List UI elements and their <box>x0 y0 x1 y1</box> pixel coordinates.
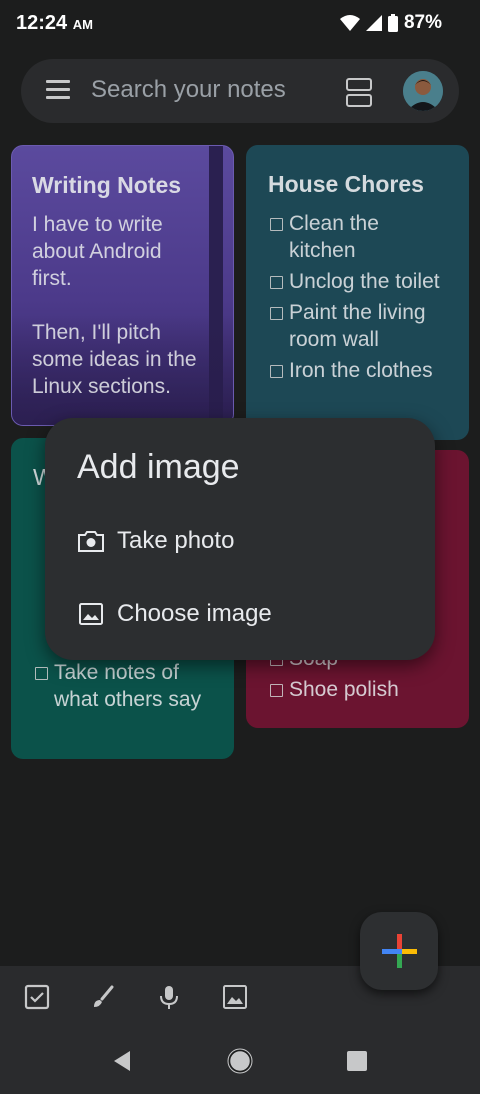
checklist-item[interactable]: Shoe polish <box>268 676 458 703</box>
battery-percent: 87% <box>403 12 442 33</box>
checkbox-icon[interactable] <box>270 684 283 697</box>
note-title: House Chores <box>268 171 424 197</box>
image-icon <box>79 603 103 625</box>
avatar-image <box>403 71 443 111</box>
checkbox-icon[interactable] <box>35 667 48 680</box>
status-bar: 12:24 AM 87% <box>0 0 480 48</box>
checkbox-icon[interactable] <box>270 365 283 378</box>
note-card[interactable]: House Chores Clean the kitchen Unclog th… <box>246 145 469 440</box>
checklist-item[interactable]: Take notes of what others say <box>33 659 223 713</box>
image-icon[interactable] <box>222 984 248 1010</box>
status-time: 12:24 AM <box>16 12 93 34</box>
back-icon[interactable] <box>112 1050 132 1072</box>
take-photo-option[interactable]: Take photo <box>77 521 234 561</box>
take-photo-label: Take photo <box>117 527 235 554</box>
brush-icon[interactable] <box>90 984 116 1010</box>
choose-image-option[interactable]: Choose image <box>77 594 272 634</box>
home-icon[interactable] <box>227 1048 253 1074</box>
dialog-title: Add image <box>77 448 240 486</box>
recents-icon[interactable] <box>347 1051 367 1071</box>
checklist-item[interactable]: Clean the kitchen <box>268 210 447 264</box>
checklist-item[interactable]: Iron the clothes <box>268 357 447 384</box>
avatar[interactable] <box>403 71 443 111</box>
checklist: Clean the kitchen Unclog the toilet Pain… <box>268 210 447 384</box>
camera-icon <box>78 531 104 552</box>
checkbox-icon[interactable] <box>270 307 283 320</box>
checklist-item[interactable]: Paint the living room wall <box>268 299 447 353</box>
checklist-item[interactable]: Unclog the toilet <box>268 268 447 295</box>
search-bar[interactable]: Search your notes <box>21 59 459 123</box>
add-image-dialog: Add image Take photo Choose image <box>45 418 435 660</box>
microphone-icon[interactable] <box>156 984 182 1010</box>
search-input[interactable]: Search your notes <box>91 76 286 104</box>
signal-icon <box>365 15 382 31</box>
grid-view-icon[interactable] <box>346 78 372 107</box>
menu-icon[interactable] <box>46 80 70 100</box>
note-card[interactable]: Writing Notes I have to write about Andr… <box>11 145 234 426</box>
system-nav-bar <box>0 1030 480 1094</box>
choose-image-label: Choose image <box>117 600 272 627</box>
note-body: I have to write about Android first. The… <box>32 213 197 398</box>
checkbox-icon[interactable] <box>270 218 283 231</box>
checkbox-icon[interactable] <box>270 276 283 289</box>
wifi-icon <box>339 15 360 31</box>
battery-icon <box>387 14 398 32</box>
new-note-button[interactable] <box>360 912 438 990</box>
plus-icon <box>382 934 417 968</box>
checkbox-note-icon[interactable] <box>24 984 50 1010</box>
status-icons: 87% <box>339 12 442 34</box>
note-title: Writing Notes <box>32 172 182 198</box>
